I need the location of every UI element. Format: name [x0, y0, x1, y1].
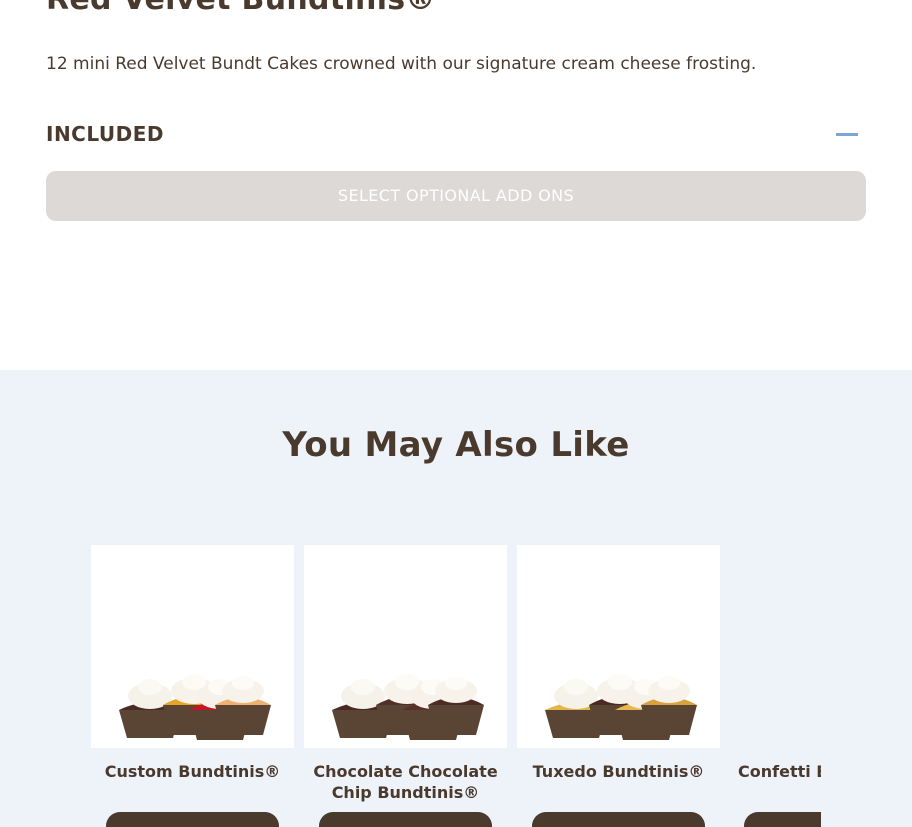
product-card-button[interactable]: [744, 812, 821, 827]
product-image-chocolate-chocolate-chip-bundtinis[interactable]: [304, 545, 507, 748]
product-card-button[interactable]: [532, 812, 705, 827]
product-name[interactable]: Confetti Bundtinis®: [738, 761, 821, 782]
select-add-ons-button[interactable]: SELECT OPTIONAL ADD ONS: [46, 171, 866, 221]
product-card: Chocolate Chocolate Chip Bundtinis®: [304, 545, 507, 827]
product-card-button[interactable]: [106, 812, 279, 827]
recommendations-title: You May Also Like: [282, 425, 630, 465]
product-card: Tuxedo Bundtinis®: [517, 545, 720, 827]
product-name[interactable]: Tuxedo Bundtinis®: [517, 761, 720, 782]
included-accordion-header[interactable]: INCLUDED: [46, 120, 866, 150]
product-description: 12 mini Red Velvet Bundt Cakes crowned w…: [46, 54, 757, 74]
product-card-button[interactable]: [319, 812, 492, 827]
minus-icon[interactable]: [836, 133, 858, 136]
recommendations-carousel: Custom Bundtinis® Chocolate Chocolate Ch…: [91, 545, 821, 827]
product-image-custom-bundtinis[interactable]: [91, 545, 294, 748]
product-page: Red Velvet Bundtinis® 12 mini Red Velvet…: [0, 0, 912, 827]
product-card: Custom Bundtinis®: [91, 545, 294, 827]
product-image-tuxedo-bundtinis[interactable]: [517, 545, 720, 748]
product-card: Confetti Bundtinis®: [730, 545, 821, 827]
recommendations-section: You May Also Like Custom Bundtinis® Choc…: [0, 370, 912, 827]
included-label: INCLUDED: [46, 122, 164, 146]
product-name[interactable]: Custom Bundtinis®: [91, 761, 294, 782]
product-name[interactable]: Chocolate Chocolate Chip Bundtinis®: [304, 761, 507, 803]
product-title: Red Velvet Bundtinis®: [46, 0, 436, 17]
